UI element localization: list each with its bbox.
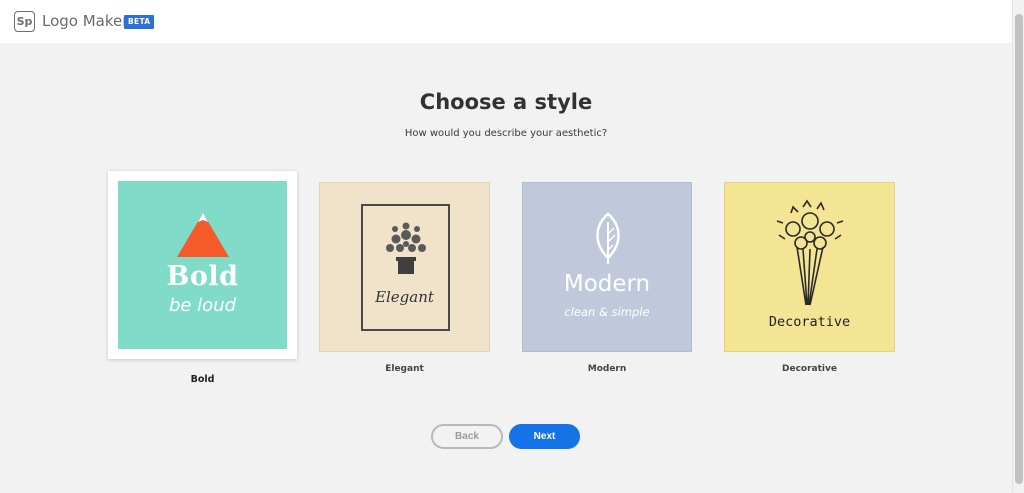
decorative-tile-text: Decorative [768,314,851,330]
mountain-icon [177,213,229,257]
app-name: Logo Maker [42,12,129,30]
style-preview-modern: Modern clean & simple [522,182,692,352]
modern-tile-subtext: clean & simple [564,305,650,319]
style-label-modern: Modern [587,364,627,374]
style-card-elegant[interactable]: Elegant Elegant [319,182,490,374]
beta-badge: BETA [124,15,155,29]
potted-plant-icon [386,222,426,274]
next-button[interactable]: Next [509,424,580,449]
scrollbar-thumb[interactable] [1015,14,1023,484]
back-button[interactable]: Back [431,424,503,449]
style-preview-bold: Bold be loud [118,181,287,349]
style-label-decorative: Decorative [782,364,837,374]
style-card-modern[interactable]: Modern clean & simple Modern [522,182,692,374]
vertical-scrollbar[interactable] [1012,0,1024,493]
style-card-decorative[interactable]: Decorative Decorative [724,182,895,374]
style-card-bold[interactable]: Bold be loud Bold [108,171,297,385]
flower-bouquet-icon [776,199,844,306]
page-subtitle: How would you describe your aesthetic? [404,128,608,139]
style-label-bold: Bold [190,374,215,385]
bold-tile-subtext: be loud [168,295,237,316]
elegant-tile-text: Elegant [375,288,434,306]
modern-tile-text: Modern [563,271,651,297]
style-preview-elegant: Elegant [319,182,490,352]
style-preview-decorative: Decorative [724,182,895,352]
app-logo-icon[interactable]: Sp [14,11,35,32]
bold-tile-text: Bold [166,261,239,292]
style-label-elegant: Elegant [385,364,424,374]
leaf-icon [596,212,620,264]
page-title: Choose a style [419,90,593,114]
top-bar: Sp Logo Maker BETA [0,0,1012,43]
